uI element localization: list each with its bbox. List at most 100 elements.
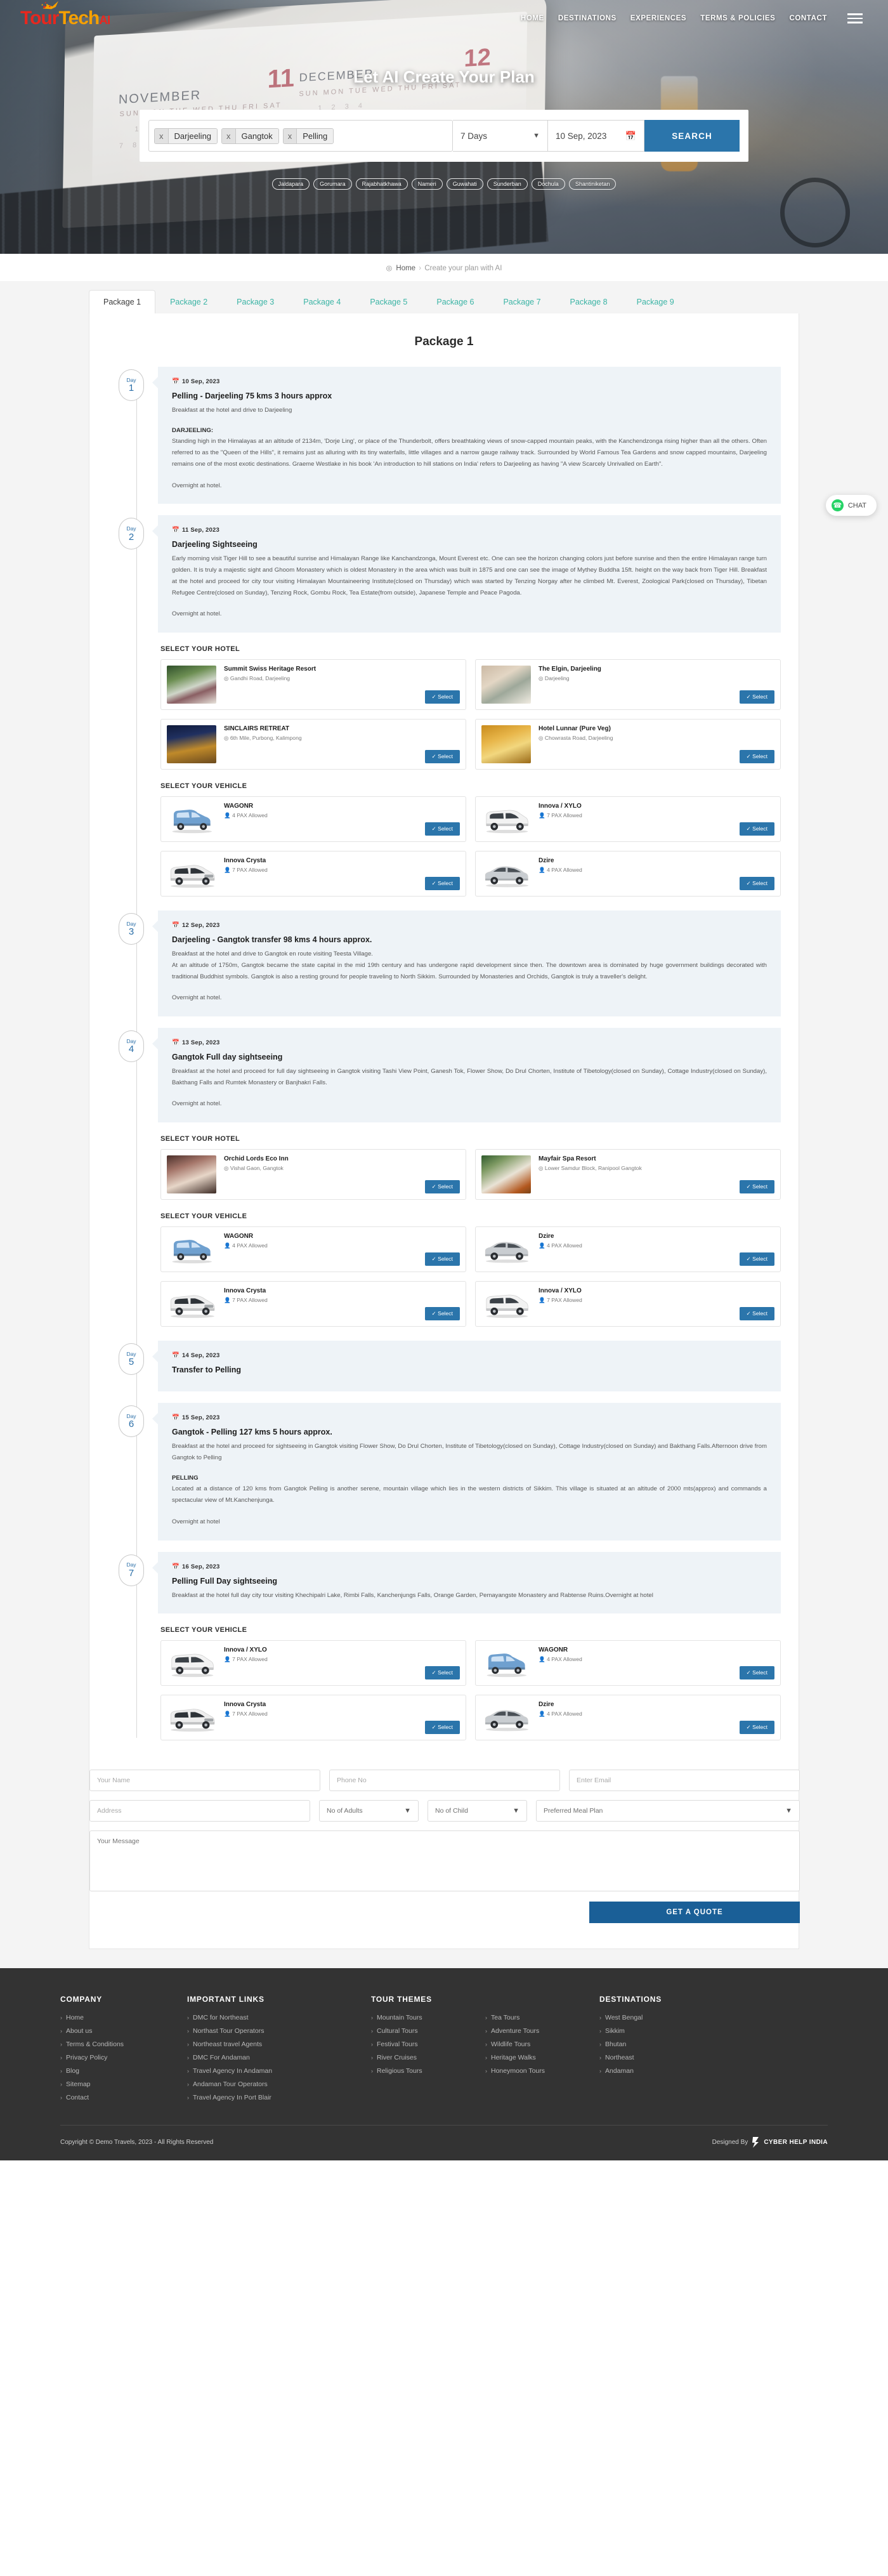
footer-link-item[interactable]: › Home [60, 2014, 187, 2021]
tag-pill[interactable]: Sunderban [486, 178, 528, 190]
select-vehicle-button[interactable]: ✓ Select [424, 1307, 460, 1321]
vehicle-card[interactable]: Innova Crysta 👤 7 PAX Allowed ✓ Select [160, 1281, 466, 1327]
breadcrumb-home[interactable]: Home [396, 265, 415, 272]
hamburger-menu-icon[interactable] [847, 13, 863, 23]
tab-package-2[interactable]: Package 2 [155, 290, 222, 313]
tag-pill[interactable]: Nameri [411, 178, 443, 190]
tag-pill[interactable]: Guwahati [446, 178, 483, 190]
footer-link-item[interactable]: › About us [60, 2027, 187, 2035]
destination-chip[interactable]: x Pelling [282, 128, 334, 144]
vehicle-card[interactable]: Innova / XYLO 👤 7 PAX Allowed ✓ Select [475, 1281, 781, 1327]
footer-link-item[interactable]: › Travel Agency In Andaman [187, 2067, 371, 2075]
footer-link-item[interactable]: › Andaman [599, 2067, 828, 2075]
footer-link-item[interactable]: › Contact [60, 2094, 187, 2101]
destination-chip[interactable]: x Gangtok [221, 128, 279, 144]
select-hotel-button[interactable]: ✓ Select [739, 1180, 774, 1194]
tab-package-8[interactable]: Package 8 [556, 290, 622, 313]
hotel-card[interactable]: The Elgin, Darjeeling ◎ Darjeeling ✓ Sel… [475, 659, 781, 711]
tag-pill[interactable]: Dochula [531, 178, 565, 190]
footer-link-item[interactable]: › Honeymoon Tours [485, 2067, 599, 2075]
footer-link-item[interactable]: › Northeast [599, 2054, 828, 2061]
select-vehicle-button[interactable]: ✓ Select [739, 1252, 774, 1266]
hotel-card[interactable]: Hotel Lunnar (Pure Veg) ◎ Chowrasta Road… [475, 719, 781, 770]
tab-package-3[interactable]: Package 3 [222, 290, 289, 313]
destination-chip[interactable]: x Darjeeling [154, 128, 218, 144]
select-vehicle-button[interactable]: ✓ Select [739, 822, 774, 836]
footer-link-item[interactable]: › Cultural Tours [371, 2027, 485, 2035]
footer-link-item[interactable]: › Wildlife Tours [485, 2040, 599, 2048]
footer-link-item[interactable]: › River Cruises [371, 2054, 485, 2061]
tag-pill[interactable]: Rajabhatkhawa [355, 178, 408, 190]
footer-link-item[interactable]: › Blog [60, 2067, 187, 2075]
footer-link-item[interactable]: › Bhutan [599, 2040, 828, 2048]
tab-package-1[interactable]: Package 1 [89, 290, 156, 313]
footer-link-item[interactable]: › Northast Tour Operators [187, 2027, 371, 2035]
adults-select[interactable]: No of Adults ▼ [319, 1800, 419, 1822]
email-input[interactable] [569, 1770, 800, 1792]
tag-pill[interactable]: Shantiniketan [568, 178, 617, 190]
footer-link-item[interactable]: › Terms & Conditions [60, 2040, 187, 2048]
calendar-icon[interactable]: 📅 [625, 131, 636, 141]
footer-link-item[interactable]: › Heritage Walks [485, 2054, 599, 2061]
footer-link-item[interactable]: › DMC For Andaman [187, 2054, 371, 2061]
vehicle-card[interactable]: Innova / XYLO 👤 7 PAX Allowed ✓ Select [475, 796, 781, 843]
tab-package-6[interactable]: Package 6 [422, 290, 488, 313]
name-input[interactable] [89, 1770, 320, 1792]
vehicle-card[interactable]: Innova Crysta 👤 7 PAX Allowed ✓ Select [160, 851, 466, 897]
select-hotel-button[interactable]: ✓ Select [424, 690, 460, 704]
destination-input[interactable]: x Darjeeling x Gangtok x Pelling [148, 120, 453, 152]
select-vehicle-button[interactable]: ✓ Select [424, 822, 460, 836]
footer-link-item[interactable]: › Tea Tours [485, 2014, 599, 2021]
whatsapp-chat-button[interactable]: ☎ CHAT [825, 495, 877, 516]
select-vehicle-button[interactable]: ✓ Select [424, 1666, 460, 1680]
date-input[interactable]: 10 Sep, 2023 📅 [548, 120, 644, 152]
hotel-card[interactable]: Summit Swiss Heritage Resort ◎ Gandhi Ro… [160, 659, 466, 711]
tab-package-5[interactable]: Package 5 [355, 290, 422, 313]
footer-link-item[interactable]: › Festival Tours [371, 2040, 485, 2048]
select-vehicle-button[interactable]: ✓ Select [739, 1721, 774, 1735]
tag-pill[interactable]: Gorumara [313, 178, 352, 190]
footer-link-item[interactable]: › Religious Tours [371, 2067, 485, 2075]
select-vehicle-button[interactable]: ✓ Select [739, 1666, 774, 1680]
select-vehicle-button[interactable]: ✓ Select [739, 877, 774, 891]
tag-pill[interactable]: Jaldapara [271, 178, 310, 190]
vehicle-card[interactable]: WAGONR 👤 4 PAX Allowed ✓ Select [160, 796, 466, 843]
footer-link-item[interactable]: › Sitemap [60, 2080, 187, 2088]
hotel-card[interactable]: Mayfair Spa Resort ◎ Lower Samdur Block,… [475, 1149, 781, 1200]
hotel-card[interactable]: Orchid Lords Eco Inn ◎ Vishal Gaon, Gang… [160, 1149, 466, 1200]
hotel-card[interactable]: SINCLAIRS RETREAT ◎ 6th Mile, Purbong, K… [160, 719, 466, 770]
chip-remove-icon[interactable]: x [155, 128, 169, 143]
footer-link-item[interactable]: › West Bengal [599, 2014, 828, 2021]
message-textarea[interactable] [89, 1830, 800, 1892]
footer-link-item[interactable]: › DMC for Northeast [187, 2014, 371, 2021]
vehicle-card[interactable]: Dzire 👤 4 PAX Allowed ✓ Select [475, 851, 781, 897]
footer-link-item[interactable]: › Andaman Tour Operators [187, 2080, 371, 2088]
nav-item-home[interactable]: HOME [521, 15, 544, 22]
footer-link-item[interactable]: › Privacy Policy [60, 2054, 187, 2061]
select-hotel-button[interactable]: ✓ Select [424, 1180, 460, 1194]
duration-select[interactable]: 7 Days ▼ [453, 120, 548, 152]
vehicle-card[interactable]: WAGONR 👤 4 PAX Allowed ✓ Select [160, 1226, 466, 1273]
tab-package-7[interactable]: Package 7 [488, 290, 555, 313]
vehicle-card[interactable]: Dzire 👤 4 PAX Allowed ✓ Select [475, 1226, 781, 1273]
search-button[interactable]: SEARCH [644, 120, 740, 152]
footer-link-item[interactable]: › Northeast travel Agents [187, 2040, 371, 2048]
chip-remove-icon[interactable]: x [222, 128, 236, 143]
select-vehicle-button[interactable]: ✓ Select [424, 1721, 460, 1735]
tab-package-9[interactable]: Package 9 [622, 290, 689, 313]
select-vehicle-button[interactable]: ✓ Select [424, 1252, 460, 1266]
get-a-quote-button[interactable]: GET A QUOTE [589, 1902, 800, 1924]
meal-plan-select[interactable]: Preferred Meal Plan ▼ [536, 1800, 800, 1822]
child-select[interactable]: No of Child ▼ [428, 1800, 527, 1822]
footer-link-item[interactable]: › Sikkim [599, 2027, 828, 2035]
vehicle-card[interactable]: Innova / XYLO 👤 7 PAX Allowed ✓ Select [160, 1640, 466, 1686]
footer-link-item[interactable]: › Travel Agency In Port Blair [187, 2094, 371, 2101]
footer-link-item[interactable]: › Adventure Tours [485, 2027, 599, 2035]
nav-item-terms-policies[interactable]: TERMS & POLICIES [700, 15, 775, 22]
nav-item-experiences[interactable]: EXPERIENCES [630, 15, 686, 22]
nav-item-destinations[interactable]: DESTINATIONS [558, 15, 617, 22]
phone-input[interactable] [329, 1770, 560, 1792]
address-input[interactable] [89, 1800, 310, 1822]
select-vehicle-button[interactable]: ✓ Select [424, 877, 460, 891]
nav-item-contact[interactable]: CONTACT [789, 15, 827, 22]
